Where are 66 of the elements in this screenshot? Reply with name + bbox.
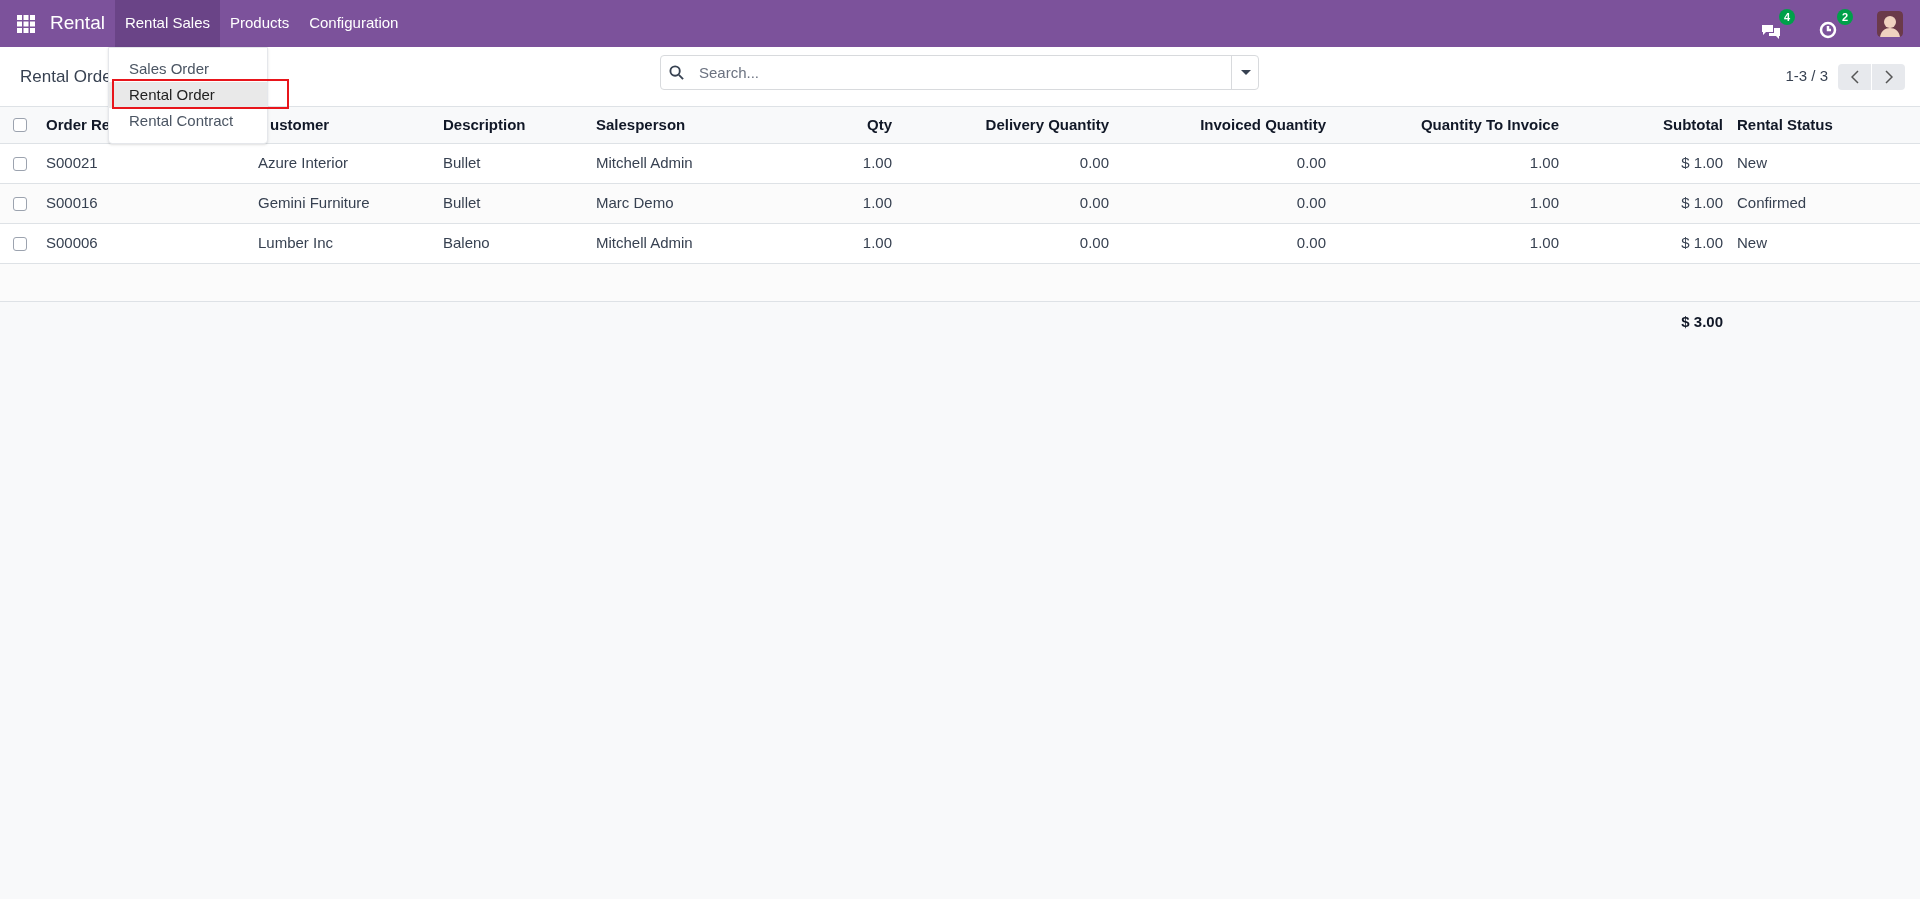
column-header[interactable]: Subtotal	[1663, 115, 1723, 133]
table-cell: $ 1.00	[1681, 234, 1723, 252]
column-header[interactable]: Quantity To Invoice	[1420, 115, 1559, 133]
row-checkbox[interactable]	[13, 118, 27, 132]
table-cell: 1.00	[862, 234, 892, 252]
table-cell: 0.00	[1296, 234, 1326, 252]
row-checkbox[interactable]	[13, 196, 27, 211]
clock-icon	[1819, 20, 1837, 39]
table-cell: S00016	[46, 194, 98, 212]
apps-grid-icon[interactable]	[17, 14, 35, 33]
chevron-right-icon	[1884, 69, 1893, 84]
table-cell: Mitchell Admin	[596, 154, 693, 172]
column-header[interactable]: Rental Status	[1737, 115, 1833, 133]
app-name[interactable]: Rental	[50, 9, 105, 38]
menu-tab[interactable]: Products	[220, 0, 300, 47]
caret-down-icon[interactable]	[1240, 70, 1251, 75]
previous-page-button[interactable]	[1838, 63, 1871, 90]
menu-tab[interactable]: Configuration	[299, 0, 409, 47]
table-cell: Gemini Furniture	[258, 194, 370, 212]
table-cell: Bullet	[443, 154, 481, 172]
table-cell: $ 1.00	[1681, 154, 1723, 172]
table-cell: 1.00	[862, 154, 892, 172]
column-header[interactable]: Delivery Quantity	[985, 115, 1109, 133]
chevron-left-icon	[1850, 69, 1859, 84]
chat-icon	[1761, 22, 1781, 39]
table-cell: 0.00	[1296, 154, 1326, 172]
pager-value: 1-3 / 3	[1785, 66, 1828, 87]
subtotal-total: $ 3.00	[1681, 312, 1723, 330]
dropdown-item[interactable]: Rental Order	[109, 82, 267, 108]
table-cell: 0.00	[1079, 154, 1109, 172]
table-cell: 0.00	[1079, 234, 1109, 252]
column-header[interactable]: Description	[443, 115, 526, 133]
table-cell: Baleno	[443, 234, 490, 252]
table-cell: S00021	[46, 154, 98, 172]
dropdown-item[interactable]: Sales Order	[109, 56, 267, 82]
table-cell: New	[1737, 234, 1767, 252]
table-cell: $ 1.00	[1681, 194, 1723, 212]
table-cell: Bullet	[443, 194, 481, 212]
table-cell: New	[1737, 154, 1767, 172]
table-cell: 1.00	[862, 194, 892, 212]
column-header[interactable]: Qty	[867, 115, 892, 133]
table-cell: 0.00	[1296, 194, 1326, 212]
column-header[interactable]: ustomer	[270, 115, 330, 133]
row-checkbox[interactable]	[13, 156, 27, 171]
table-cell: 1.00	[1529, 154, 1559, 172]
table-cell: 1.00	[1529, 234, 1559, 252]
table-cell: 1.00	[1529, 194, 1559, 212]
search-icon	[669, 65, 684, 80]
activity-count-badge: 2	[1836, 8, 1853, 25]
search-field[interactable]: Search...	[660, 55, 1259, 90]
table-cell: Azure Interior	[258, 154, 349, 172]
table-cell: Confirmed	[1737, 194, 1807, 212]
table-cell: S00006	[46, 234, 98, 252]
table-cell: Marc Demo	[596, 194, 674, 212]
table-cell: Lumber Inc	[258, 234, 334, 252]
message-count-badge: 4	[1778, 8, 1795, 25]
dropdown-item[interactable]: Rental Contract	[109, 108, 267, 134]
column-header[interactable]: Order Re	[46, 115, 111, 133]
column-header[interactable]: Invoiced Quantity	[1200, 115, 1326, 133]
user-avatar[interactable]	[1877, 10, 1903, 37]
table-cell: Mitchell Admin	[596, 234, 693, 252]
column-header[interactable]: Salesperson	[596, 115, 686, 133]
menu-tab[interactable]: Rental Sales	[114, 0, 220, 47]
next-page-button[interactable]	[1872, 63, 1905, 90]
row-checkbox[interactable]	[13, 236, 27, 251]
table-cell: 0.00	[1079, 194, 1109, 212]
